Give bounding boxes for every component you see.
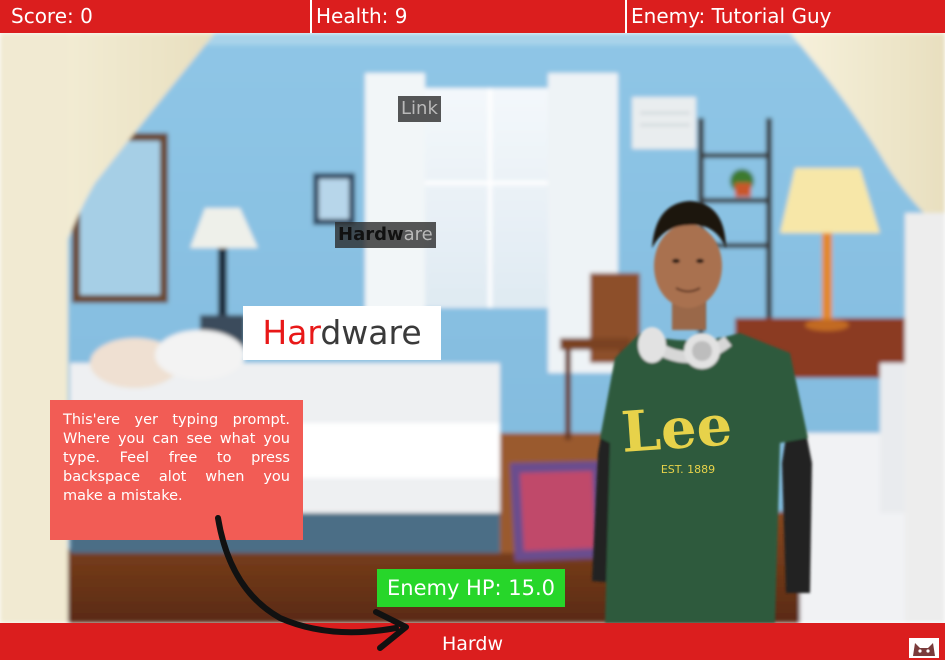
falling-word-hardware: Hardware: [335, 222, 436, 248]
falling-word-link: Link: [398, 96, 441, 122]
typing-input-text: Hardw: [441, 633, 503, 655]
untyped-part: dware: [320, 313, 422, 352]
score-display: Score: 0: [0, 0, 310, 33]
typing-prompt-bar[interactable]: Hardw: [0, 623, 945, 660]
typed-part: Hardw: [338, 224, 404, 245]
shirt-logo-subtext: EST. 1889: [661, 463, 715, 476]
typed-part: Har: [262, 313, 321, 352]
active-target-word: Hardware: [243, 306, 441, 360]
untyped-part: Link: [401, 98, 438, 119]
game-stage: Score: 0 Health: 9 Enemy: Tutorial Guy L…: [0, 0, 945, 660]
hud-bar: Score: 0 Health: 9 Enemy: Tutorial Guy: [0, 0, 945, 33]
cat-face-icon: [909, 638, 939, 658]
untyped-part: are: [403, 224, 433, 245]
shirt-logo-text: Lee: [619, 392, 734, 466]
curved-arrow-icon: [215, 515, 409, 651]
enemy-name-display: Enemy: Tutorial Guy: [627, 0, 945, 33]
health-display: Health: 9: [312, 0, 625, 33]
